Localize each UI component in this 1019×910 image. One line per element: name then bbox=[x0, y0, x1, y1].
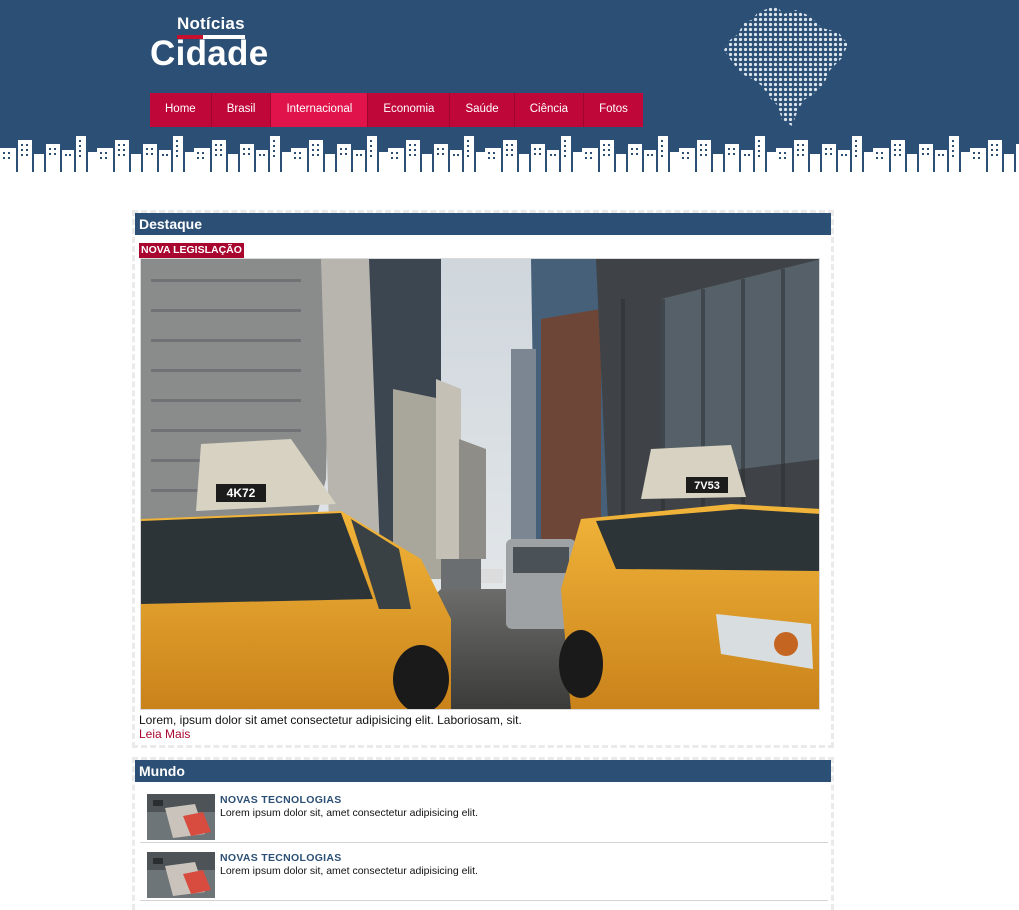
nav-ciencia[interactable]: Ciência bbox=[515, 93, 585, 127]
nav-home[interactable]: Home bbox=[150, 93, 212, 127]
world-section: Mundo NOVAS TECNOLOGIAS Lorem ipsum dolo… bbox=[132, 757, 834, 910]
brazil-map-icon bbox=[724, 6, 848, 126]
featured-photo[interactable]: 4K72 7V53 bbox=[140, 258, 820, 710]
taxi-plate-left: 4K72 bbox=[227, 486, 256, 500]
nav-fotos[interactable]: Fotos bbox=[584, 93, 643, 127]
news-text: Lorem ipsum dolor sit, amet consectetur … bbox=[220, 807, 478, 819]
list-item[interactable]: NOVAS TECNOLOGIAS Lorem ipsum dolor sit,… bbox=[140, 785, 828, 843]
news-category[interactable]: NOVAS TECNOLOGIAS bbox=[220, 794, 342, 806]
nav-saude[interactable]: Saúde bbox=[450, 93, 515, 127]
section-title-destaque: Destaque bbox=[135, 213, 831, 235]
city-skyline bbox=[0, 132, 1019, 172]
featured-section: Destaque NOVA LEGISLAÇÃO 4K72 7V53 Lorem… bbox=[132, 210, 834, 748]
news-tag[interactable]: NOVA LEGISLAÇÃO bbox=[139, 243, 244, 258]
site-header: Notícias Cidade Home Brasil Internaciona… bbox=[0, 0, 1019, 172]
main-nav: Home Brasil Internacional Economia Saúde… bbox=[150, 93, 643, 127]
logo-cidade: Cidade bbox=[150, 34, 269, 73]
nav-economia[interactable]: Economia bbox=[368, 93, 451, 127]
news-category[interactable]: NOVAS TECNOLOGIAS bbox=[220, 852, 342, 864]
taxi-plate-right: 7V53 bbox=[694, 480, 720, 492]
news-thumbnail[interactable] bbox=[147, 852, 215, 898]
list-item[interactable]: NOVAS TECNOLOGIAS Lorem ipsum dolor sit,… bbox=[140, 843, 828, 901]
nav-brasil[interactable]: Brasil bbox=[212, 93, 272, 127]
nav-internacional[interactable]: Internacional bbox=[271, 93, 369, 127]
read-more-link[interactable]: Leia Mais bbox=[139, 727, 190, 741]
featured-summary: Lorem, ipsum dolor sit amet consectetur … bbox=[139, 713, 522, 727]
news-text: Lorem ipsum dolor sit, amet consectetur … bbox=[220, 865, 478, 877]
logo-noticias: Notícias bbox=[177, 14, 245, 33]
section-title-mundo: Mundo bbox=[135, 760, 831, 782]
taxi-street-image: 4K72 7V53 bbox=[141, 259, 819, 709]
news-thumbnail[interactable] bbox=[147, 794, 215, 840]
